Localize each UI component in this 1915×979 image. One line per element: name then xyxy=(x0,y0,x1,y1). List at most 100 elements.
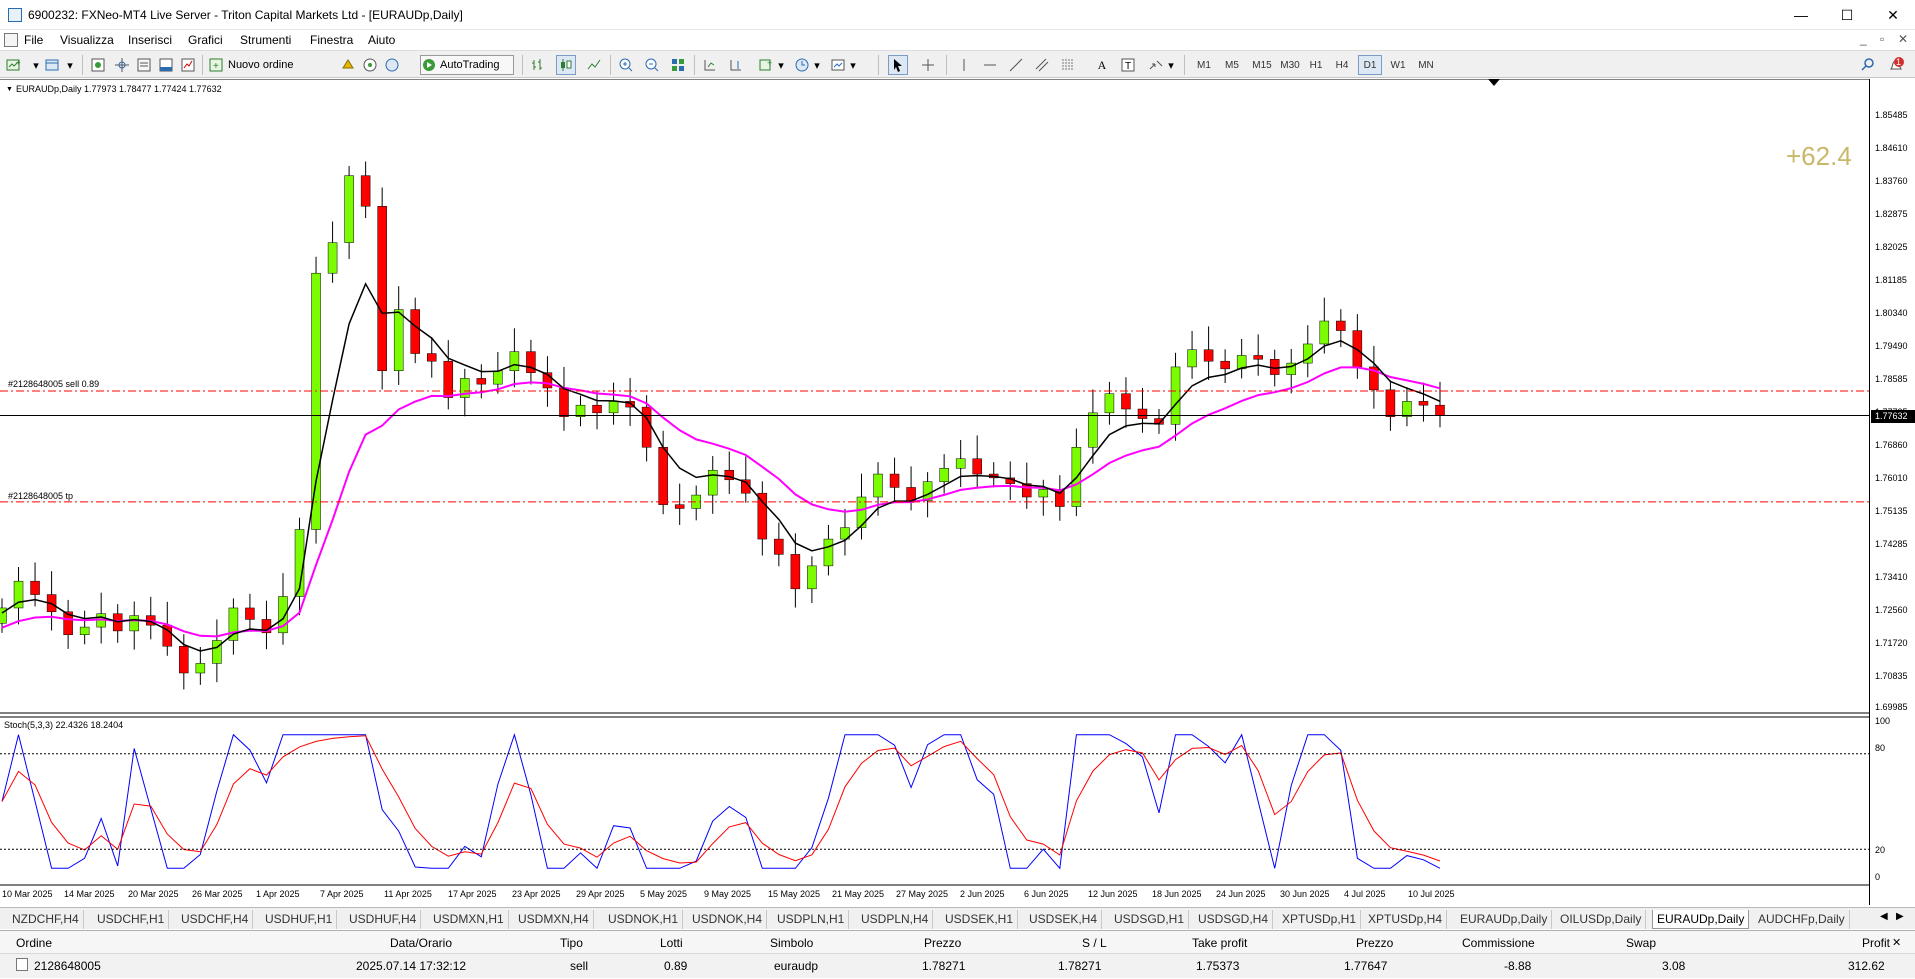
chart-tab[interactable]: USDSEK,H4 xyxy=(1025,910,1103,929)
signals-icon[interactable] xyxy=(360,55,380,75)
text-label-icon[interactable]: T xyxy=(1118,55,1138,75)
dropdown-arrow-icon[interactable]: ▾ xyxy=(1166,55,1176,75)
dropdown-arrow-icon[interactable]: ▾ xyxy=(848,55,858,75)
market-icon[interactable] xyxy=(382,55,402,75)
order-tp-label[interactable]: #2128648005 tp xyxy=(8,491,73,501)
timeframe-m1[interactable]: M1 xyxy=(1192,55,1216,75)
chart-tab[interactable]: XPTUSDp,H1 xyxy=(1278,910,1362,929)
chart-shift-marker[interactable] xyxy=(1488,79,1500,86)
chart-tab[interactable]: XPTUSDp,H4 xyxy=(1364,910,1448,929)
data-window-icon[interactable] xyxy=(134,55,154,75)
vertical-line-icon[interactable] xyxy=(954,55,974,75)
menu-visualizza[interactable]: Visualizza xyxy=(60,33,114,47)
chart-tab[interactable]: EURAUDp,Daily xyxy=(1456,910,1553,929)
chart-tab[interactable]: AUDCHFp,Daily xyxy=(1754,910,1850,929)
zoom-in-icon[interactable] xyxy=(616,55,636,75)
search-icon[interactable] xyxy=(1858,55,1878,75)
chart-tab[interactable]: USDHUF,H1 xyxy=(261,910,338,929)
timeframe-h4[interactable]: H4 xyxy=(1330,55,1354,75)
candlestick-icon[interactable] xyxy=(556,55,576,75)
chart-tab[interactable]: USDHUF,H4 xyxy=(345,910,422,929)
menu-grafici[interactable]: Grafici xyxy=(188,33,223,47)
close-button[interactable]: ✕ xyxy=(1878,5,1908,25)
menu-file[interactable]: File xyxy=(24,33,43,47)
col-lotti[interactable]: Lotti xyxy=(660,936,683,950)
new-chart-icon[interactable]: + xyxy=(4,55,24,75)
chart-tab[interactable]: USDCHF,H4 xyxy=(177,910,254,929)
child-minimize-button[interactable]: _ xyxy=(1860,32,1867,46)
col-simbolo[interactable]: Simbolo xyxy=(770,936,813,950)
chart-tab[interactable]: USDSGD,H4 xyxy=(1194,910,1274,929)
cursor-icon[interactable] xyxy=(888,55,908,75)
col-data-orario[interactable]: Data/Orario xyxy=(390,936,452,950)
crosshair-icon[interactable] xyxy=(918,55,938,75)
menu-finestra[interactable]: Finestra xyxy=(310,33,353,47)
chart-tab[interactable]: USDPLN,H1 xyxy=(773,910,850,929)
navigator-icon[interactable] xyxy=(112,55,132,75)
chart-tab[interactable]: OILUSDp,Daily xyxy=(1556,910,1647,929)
col-swap[interactable]: Swap xyxy=(1626,936,1656,950)
timeframe-m30[interactable]: M30 xyxy=(1276,55,1304,75)
chart-tab[interactable]: NZDCHF,H4 xyxy=(8,910,84,929)
strategy-tester-icon[interactable] xyxy=(178,55,198,75)
col-take-profit[interactable]: Take profit xyxy=(1192,936,1247,950)
col-commissione[interactable]: Commissione xyxy=(1462,936,1535,950)
child-restore-button[interactable]: ▫ xyxy=(1880,32,1884,46)
templates-icon[interactable] xyxy=(828,55,848,75)
chart-window[interactable]: ▼ EURAUDp,Daily 1.77973 1.78477 1.77424 … xyxy=(0,79,1915,905)
menu-inserisci[interactable]: Inserisci xyxy=(128,33,172,47)
col-sl[interactable]: S / L xyxy=(1082,936,1107,950)
indicators-icon[interactable]: + xyxy=(756,55,776,75)
menu-aiuto[interactable]: Aiuto xyxy=(368,33,395,47)
dropdown-arrow-icon[interactable]: ▾ xyxy=(776,55,786,75)
chart-tab[interactable]: USDSGD,H1 xyxy=(1110,910,1190,929)
timeframe-m15[interactable]: M15 xyxy=(1248,55,1276,75)
new-order-button[interactable]: + Nuovo ordine xyxy=(208,55,326,75)
dropdown-arrow-icon[interactable]: ▾ xyxy=(812,55,822,75)
child-close-button[interactable]: ✕ xyxy=(1898,32,1908,46)
col-tipo[interactable]: Tipo xyxy=(560,936,583,950)
col-prezzo[interactable]: Prezzo xyxy=(924,936,961,950)
zoom-out-icon[interactable] xyxy=(642,55,662,75)
experts-icon[interactable] xyxy=(338,55,358,75)
order-sell-label[interactable]: #2128648005 sell 0.89 xyxy=(8,379,99,389)
chart-tab-active[interactable]: EURAUDp,Daily xyxy=(1652,910,1750,929)
chart-tab[interactable]: USDNOK,H4 xyxy=(688,910,768,929)
price-chart[interactable] xyxy=(0,79,1869,905)
equidistant-channel-icon[interactable] xyxy=(1032,55,1052,75)
horizontal-line-icon[interactable] xyxy=(980,55,1000,75)
fibonacci-icon[interactable] xyxy=(1058,55,1078,75)
text-icon[interactable]: A xyxy=(1092,55,1112,75)
chart-tab[interactable]: USDPLN,H4 xyxy=(857,910,934,929)
timeframe-m5[interactable]: M5 xyxy=(1220,55,1244,75)
close-panel-icon[interactable]: ✕ xyxy=(1892,936,1901,949)
col-ordine[interactable]: Ordine xyxy=(16,936,52,950)
timeframe-w1[interactable]: W1 xyxy=(1386,55,1410,75)
timeframe-h1[interactable]: H1 xyxy=(1304,55,1328,75)
chart-tab[interactable]: USDMXN,H4 xyxy=(514,910,594,929)
price-axis[interactable]: 1.85485 1.84610 1.83760 1.82875 1.82025 … xyxy=(1869,79,1915,905)
periods-icon[interactable] xyxy=(792,55,812,75)
terminal-icon[interactable] xyxy=(156,55,176,75)
auto-scroll-icon[interactable] xyxy=(700,55,720,75)
chart-tab[interactable]: USDNOK,H1 xyxy=(604,910,684,929)
chart-tab[interactable]: USDMXN,H1 xyxy=(429,910,509,929)
timeframe-d1[interactable]: D1 xyxy=(1358,55,1382,75)
table-row[interactable]: 2128648005 2025.07.14 17:32:12 sell 0.89… xyxy=(0,954,1915,978)
dropdown-arrow-icon[interactable]: ▾ xyxy=(60,55,80,75)
market-watch-icon[interactable] xyxy=(88,55,108,75)
trendline-icon[interactable] xyxy=(1006,55,1026,75)
bar-chart-icon[interactable] xyxy=(528,55,548,75)
arrows-icon[interactable] xyxy=(1146,55,1166,75)
maximize-button[interactable]: ☐ xyxy=(1832,5,1862,25)
profiles-icon[interactable] xyxy=(42,55,62,75)
chart-tab[interactable]: USDSEK,H1 xyxy=(941,910,1019,929)
line-chart-icon[interactable] xyxy=(584,55,604,75)
col-prezzo-current[interactable]: Prezzo xyxy=(1356,936,1393,950)
tabs-scroll-right-icon[interactable]: ▶ xyxy=(1896,911,1904,922)
chart-tab[interactable]: USDCHF,H1 xyxy=(93,910,170,929)
tile-windows-icon[interactable] xyxy=(668,55,688,75)
notifications-icon[interactable]: 1 xyxy=(1886,55,1906,75)
autotrading-button[interactable]: AutoTrading xyxy=(420,55,514,75)
menu-strumenti[interactable]: Strumenti xyxy=(240,33,291,47)
